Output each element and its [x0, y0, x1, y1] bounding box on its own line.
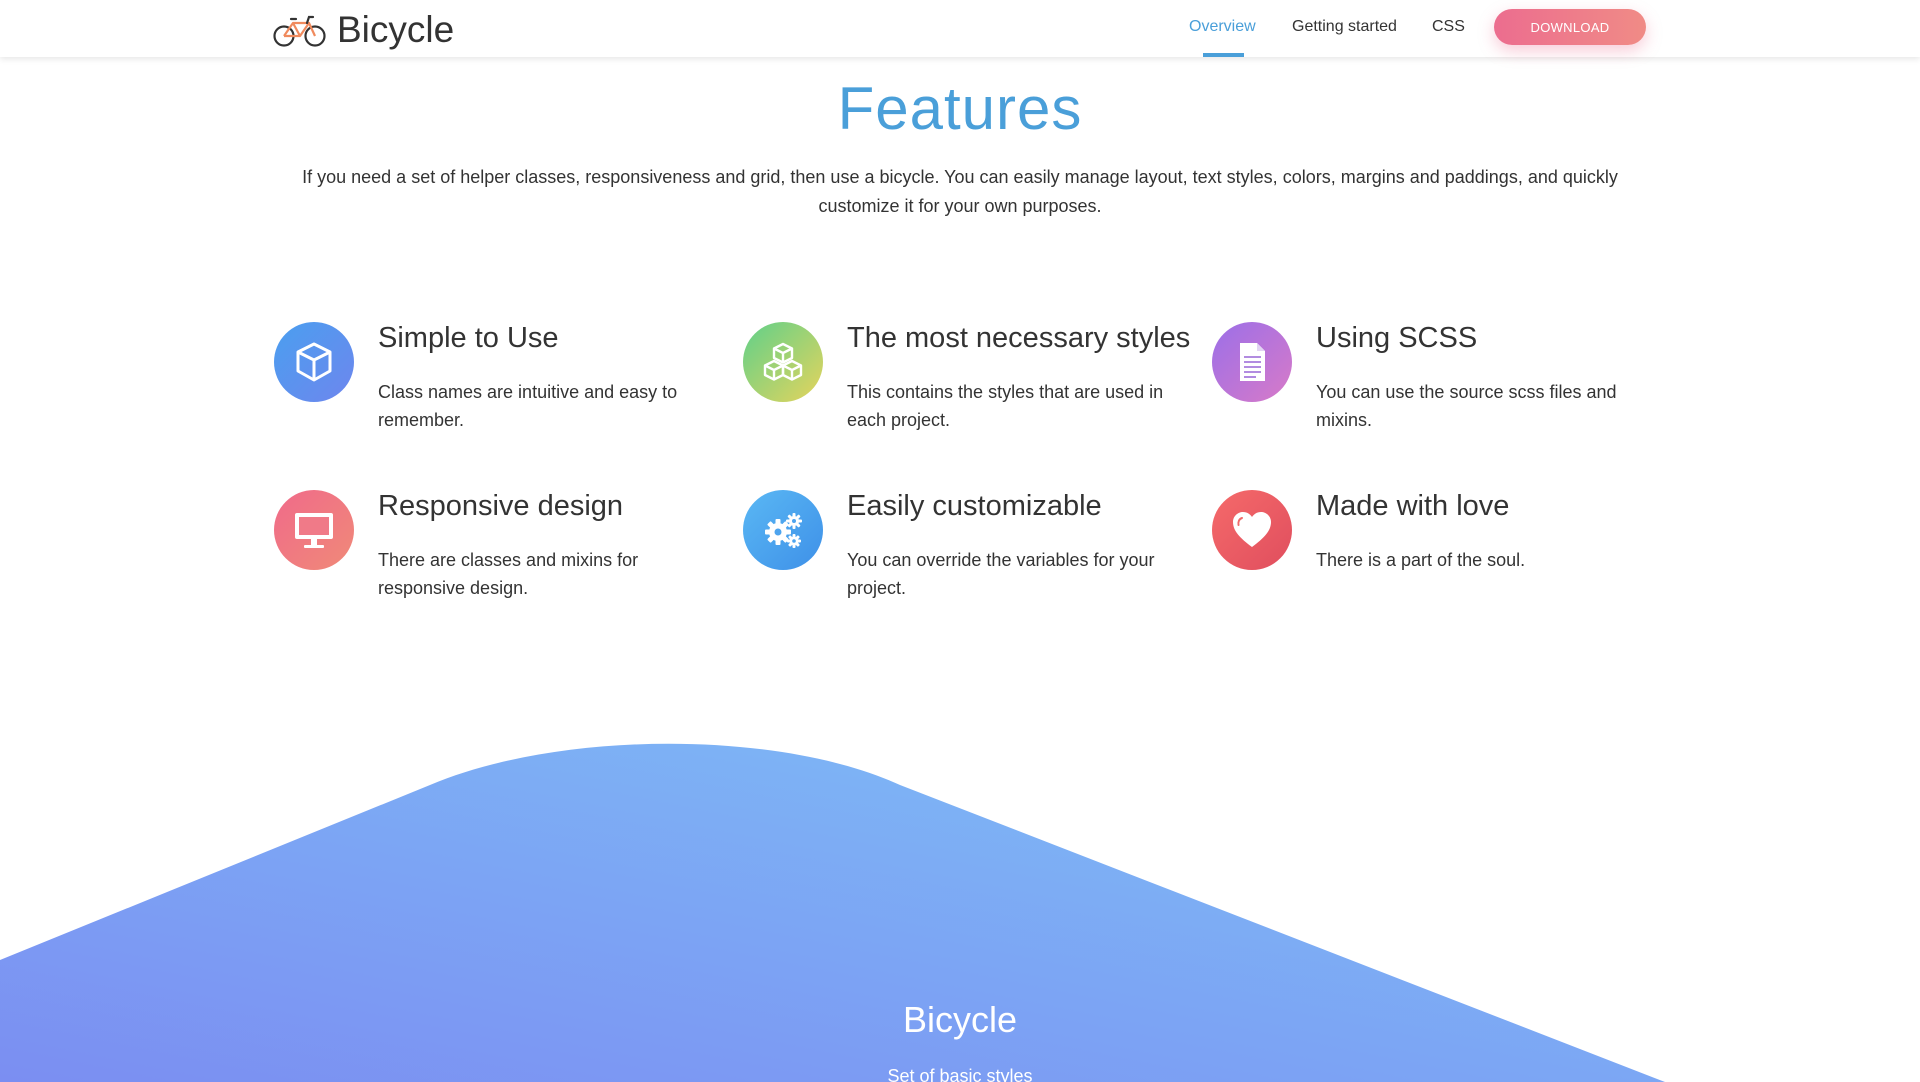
nav-getting-started[interactable]: Getting started	[1292, 18, 1397, 36]
feature-text: Class names are intuitive and easy to re…	[378, 382, 678, 430]
feature-text: This contains the styles that are used i…	[847, 382, 1164, 430]
feature-text: You can override the variables for your …	[847, 550, 1155, 598]
brand-link[interactable]: Bicycle	[273, 8, 454, 52]
nav-css[interactable]: CSS	[1432, 18, 1465, 36]
feature-title: The most necessary styles	[847, 322, 1191, 354]
feature-responsive-design: Responsive design There are classes and …	[274, 490, 704, 620]
hero-title: Bicycle	[902, 999, 1018, 1040]
feature-title: Made with love	[1316, 490, 1510, 522]
feature-text: There are classes and mixins for respons…	[378, 550, 639, 598]
feature-title: Easily customizable	[847, 490, 1102, 522]
heart-icon	[1233, 512, 1271, 547]
feature-icon-circle	[1212, 322, 1292, 402]
cubes-icon	[763, 342, 803, 381]
feature-icon-circle	[274, 490, 354, 570]
feature-easily-customizable: Easily customizable You can override the…	[743, 490, 1173, 620]
active-nav-indicator	[1203, 53, 1244, 57]
feature-text: You can use the source scss files and mi…	[1316, 382, 1617, 430]
brand-name: Bicycle	[337, 9, 455, 50]
download-button[interactable]: DOWNLOAD	[1494, 9, 1646, 45]
cube-icon	[296, 342, 332, 382]
feature-text: There is a part of the soul.	[1316, 550, 1526, 570]
bicycle-logo-icon	[273, 15, 326, 47]
site-header: Bicycle Overview Getting started CSS DOW…	[0, 0, 1920, 57]
feature-icon-circle	[1212, 490, 1292, 570]
feature-icon-circle	[274, 322, 354, 402]
feature-title: Simple to Use	[378, 322, 559, 354]
monitor-icon	[295, 513, 333, 548]
nav-overview[interactable]: Overview	[1189, 18, 1256, 36]
feature-simple-to-use: Simple to Use Class names are intuitive …	[274, 322, 704, 452]
feature-necessary-styles: The most necessary styles This contains …	[743, 322, 1190, 452]
features-title: Features	[837, 75, 1083, 142]
feature-using-scss: Using SCSS You can use the source scss f…	[1212, 322, 1642, 452]
hero-subtitle: Set of basic styles	[887, 1066, 1033, 1082]
feature-icon-circle	[743, 490, 823, 570]
feature-title: Responsive design	[378, 490, 624, 522]
gears-icon	[765, 513, 802, 548]
features-intro: If you need a set of helper classes, res…	[302, 167, 1618, 216]
document-icon	[1240, 343, 1265, 381]
feature-title: Using SCSS	[1316, 322, 1478, 354]
feature-made-with-love: Made with love There is a part of the so…	[1212, 490, 1642, 620]
feature-icon-circle	[743, 322, 823, 402]
